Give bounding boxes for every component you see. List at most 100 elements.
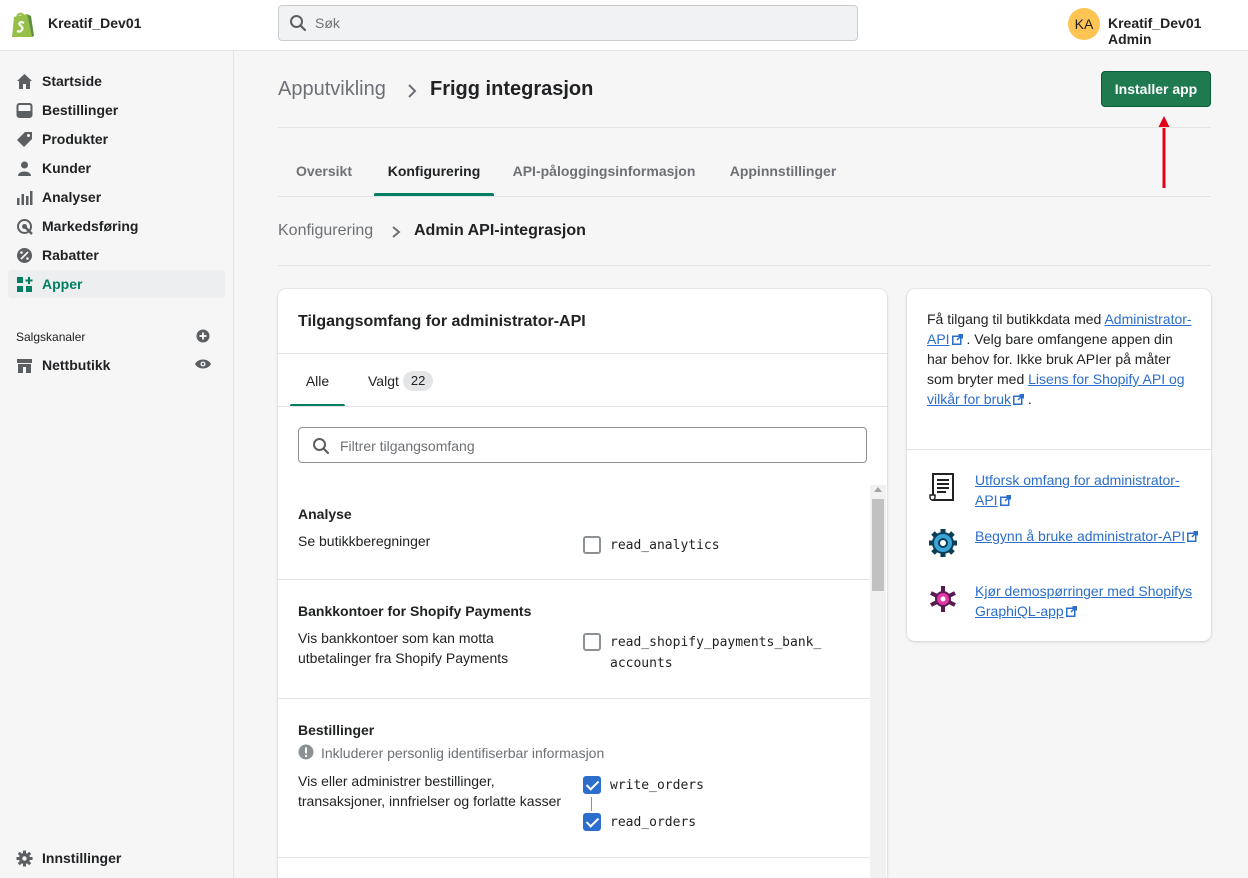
access-scopes-card: Tilgangsomfang for administrator-API All… — [278, 289, 887, 878]
search-bar[interactable]: Søk — [278, 5, 858, 41]
explore-scopes-link[interactable]: Utforsk omfang for administrator-API — [975, 470, 1199, 510]
card-divider — [278, 406, 887, 407]
tab-bar: Oversikt Konfigurering API-påloggingsinf… — [278, 150, 1211, 197]
sidebar-item-label: Rabatter — [42, 247, 99, 263]
filter-scopes-input[interactable]: Filtrer tilgangsomfang — [298, 427, 867, 463]
tab-selected-label: Valgt — [368, 373, 399, 389]
graphql-icon — [930, 586, 956, 612]
tab-appinnstillinger[interactable]: Appinnstillinger — [718, 150, 848, 196]
sidebar-item-innstillinger[interactable]: Innstillinger — [8, 844, 225, 872]
tab-selected-scopes[interactable]: Valgt 22 — [368, 353, 434, 407]
search-icon — [290, 15, 307, 32]
gear-icon — [16, 850, 33, 867]
sidebar-item-kunder[interactable]: Kunder — [8, 154, 225, 182]
scope-section-title: Bankkontoer for Shopify Payments — [298, 603, 532, 619]
pii-warning-text: Inkluderer personlig identifiserbar info… — [321, 745, 605, 761]
tab-konfigurering[interactable]: Konfigurering — [374, 150, 494, 196]
sidebar-item-label: Analyser — [42, 189, 102, 205]
scrollbar-thumb[interactable] — [872, 499, 884, 591]
get-started-admin-api-link[interactable]: Begynn å bruke administrator-API — [975, 526, 1199, 546]
scope-name-part: accounts — [610, 656, 673, 671]
sidebar-item-label: Produkter — [42, 131, 109, 147]
selected-count-badge: 22 — [402, 371, 434, 391]
sub-breadcrumb-current: Admin API-integrasjon — [414, 222, 586, 239]
install-app-button[interactable]: Installer app — [1101, 71, 1211, 107]
search-placeholder: Søk — [315, 15, 340, 31]
discount-icon — [17, 248, 32, 263]
sidebar-item-label: Markedsføring — [42, 218, 139, 234]
section-divider — [278, 579, 870, 580]
tab-api-credentials[interactable]: API-påloggingsinformasjon — [504, 150, 704, 196]
scope-section-title: Bestillinger — [298, 722, 375, 738]
shopify-logo-icon[interactable] — [8, 10, 36, 40]
sidebar-item-analyser[interactable]: Analyser — [8, 183, 225, 211]
page-title: Frigg integrasjon — [430, 78, 594, 100]
tab-all-scopes[interactable]: Alle — [290, 353, 345, 407]
scope-checkbox-read-analytics[interactable] — [583, 536, 601, 554]
link-label: Begynn å bruke administrator-API — [975, 528, 1186, 544]
sidebar-item-label: Apper — [42, 276, 83, 292]
external-link-icon — [1187, 531, 1199, 542]
scope-section-title: Analyse — [298, 506, 352, 522]
card-title: Tilgangsomfang for administrator-API — [298, 313, 586, 330]
chevron-right-icon — [392, 226, 401, 238]
sidebar-item-rabatter[interactable]: Rabatter — [8, 241, 225, 269]
sidebar-item-label: Bestillinger — [42, 102, 119, 118]
scope-section-description: Vis eller administrer bestillinger, tran… — [298, 773, 562, 809]
sidebar-item-bestillinger[interactable]: Bestillinger — [8, 96, 225, 124]
sidebar-item-label: Innstillinger — [42, 850, 122, 866]
store-name[interactable]: Kreatif_Dev01 — [48, 15, 141, 31]
add-channel-icon[interactable] — [196, 329, 210, 343]
target-icon — [17, 219, 33, 235]
sidebar-item-markedsforing[interactable]: Markedsføring — [8, 212, 225, 240]
scope-checkbox-write-orders[interactable] — [583, 776, 601, 794]
document-icon — [929, 473, 954, 501]
breadcrumb-parent[interactable]: Apputvikling — [278, 78, 386, 101]
sales-channels-label: Salgskanaler — [16, 330, 86, 344]
scope-checkbox-read-orders[interactable] — [583, 813, 601, 831]
external-link-icon — [951, 334, 963, 345]
search-icon — [313, 438, 330, 455]
eye-icon[interactable] — [194, 358, 212, 370]
top-bar: Kreatif_Dev01 Søk KA Kreatif_Dev01 Admin — [0, 0, 1248, 51]
scope-checkbox-read-shopify-payments-bank-accounts[interactable] — [583, 633, 601, 651]
info-text-part: Få tilgang til butikkdata med — [927, 311, 1102, 327]
sub-breadcrumb-parent[interactable]: Konfigurering — [278, 222, 373, 240]
avatar[interactable]: KA — [1068, 8, 1100, 40]
scope-name: write_orders — [610, 778, 704, 793]
header-divider — [278, 127, 1211, 128]
scrollbar[interactable] — [870, 485, 886, 878]
person-icon — [18, 161, 31, 176]
filter-placeholder: Filtrer tilgangsomfang — [340, 438, 475, 454]
sidebar-item-label: Kunder — [42, 160, 91, 176]
graphiql-demo-link[interactable]: Kjør demospørringer med Shopifys GraphiQ… — [975, 581, 1199, 621]
apps-icon — [17, 277, 33, 292]
scope-section-description: Se butikkberegninger — [298, 533, 431, 549]
external-link-icon — [999, 495, 1011, 506]
scope-name: read_shopify_payments_bank_ accounts — [610, 632, 821, 674]
sidebar-item-startside[interactable]: Startside — [8, 67, 225, 95]
section-divider — [278, 857, 870, 858]
link-label: Kjør demospørringer med Shopifys GraphiQ… — [975, 583, 1193, 619]
external-link-icon — [1013, 394, 1025, 405]
user-name[interactable]: Kreatif_Dev01 Admin — [1108, 15, 1248, 47]
sidebar-item-produkter[interactable]: Produkter — [8, 125, 225, 153]
sidebar: Startside Bestillinger Produkter Kunder … — [0, 51, 234, 878]
info-card: Få tilgang til butikkdata med Administra… — [907, 289, 1211, 641]
info-warning-icon — [298, 744, 314, 760]
section-divider — [278, 698, 870, 699]
tag-icon — [17, 132, 32, 147]
gear-icon — [929, 529, 957, 557]
tab-oversikt[interactable]: Oversikt — [278, 150, 370, 196]
external-link-icon — [1065, 606, 1077, 617]
scope-name: read_orders — [610, 815, 697, 830]
sidebar-item-apper[interactable]: Apper — [8, 270, 225, 298]
info-divider — [907, 449, 1211, 450]
scope-name: read_analytics — [610, 538, 720, 553]
sidebar-item-label: Startside — [42, 73, 102, 89]
sidebar-item-nettbutikk[interactable]: Nettbutikk — [8, 351, 225, 379]
scroll-up-arrow-icon[interactable] — [874, 487, 882, 492]
scope-name-part: read_shopify_payments_bank_ — [610, 635, 822, 650]
info-text-part: . — [1027, 391, 1032, 407]
info-description: Få tilgang til butikkdata med Administra… — [927, 309, 1195, 409]
